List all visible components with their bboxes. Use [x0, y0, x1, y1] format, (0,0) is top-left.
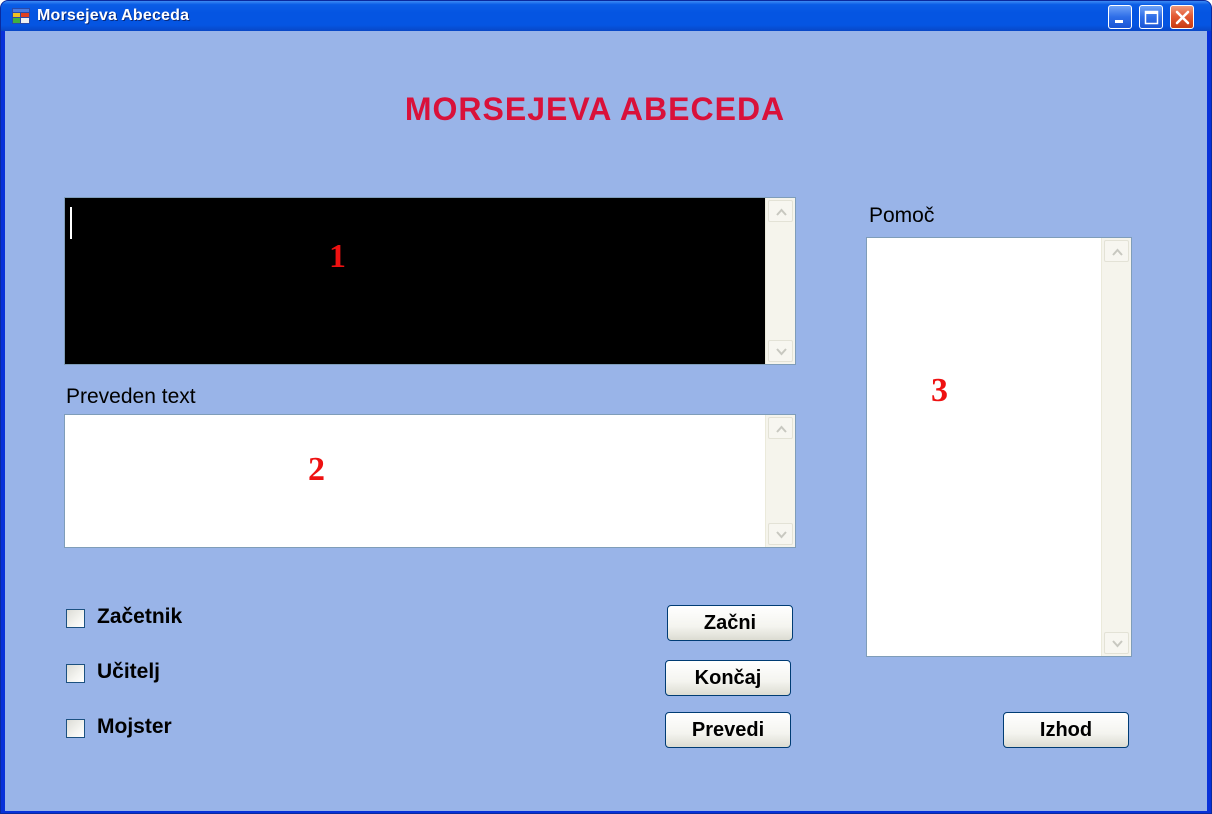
client-area: MORSEJEVA ABECEDA 1 Preveden text 2 Pomo… — [5, 31, 1207, 811]
end-button[interactable]: Končaj — [665, 660, 791, 696]
checkbox-box[interactable] — [66, 664, 85, 683]
close-button[interactable] — [1170, 5, 1194, 29]
exit-button[interactable]: Izhod — [1003, 712, 1129, 748]
page-title: MORSEJEVA ABECEDA — [404, 91, 786, 127]
close-icon — [1175, 10, 1190, 25]
chevron-up-icon — [776, 425, 787, 433]
scroll-down-button[interactable] — [768, 340, 793, 362]
app-icon[interactable] — [12, 8, 30, 24]
box-marker-3: 3 — [931, 372, 948, 409]
maximize-icon — [1144, 10, 1159, 25]
scroll-up-button[interactable] — [768, 200, 793, 222]
scroll-down-button[interactable] — [768, 523, 793, 545]
box-marker-1: 1 — [329, 238, 346, 275]
app-window: Morsejeva Abeceda MORSEJEVA ABECEDA 1 Pr… — [0, 0, 1212, 814]
chevron-up-icon — [776, 208, 787, 216]
scroll-up-button[interactable] — [768, 417, 793, 439]
start-button[interactable]: Začni — [667, 605, 793, 641]
morse-input-box[interactable]: 1 — [64, 197, 796, 365]
help-label: Pomoč — [869, 204, 935, 227]
checkbox-label: Mojster — [97, 715, 172, 738]
help-text-box[interactable]: 3 — [866, 237, 1132, 657]
text-caret — [70, 207, 72, 239]
checkbox-box[interactable] — [66, 719, 85, 738]
chevron-up-icon — [1112, 248, 1123, 256]
box-marker-2: 2 — [308, 451, 325, 488]
translate-button[interactable]: Prevedi — [665, 712, 791, 748]
chevron-down-icon — [776, 348, 787, 356]
title-bar[interactable]: Morsejeva Abeceda — [1, 1, 1211, 31]
scroll-down-button[interactable] — [1104, 632, 1129, 654]
window-title: Morsejeva Abeceda — [37, 7, 190, 24]
maximize-button[interactable] — [1139, 5, 1163, 29]
chevron-down-icon — [1112, 640, 1123, 648]
translated-scrollbar[interactable] — [765, 415, 795, 547]
minimize-icon — [1115, 20, 1123, 23]
translated-text-box[interactable]: 2 — [64, 414, 796, 548]
chevron-down-icon — [776, 531, 787, 539]
checkbox-label: Začetnik — [97, 605, 183, 628]
input-scrollbar[interactable] — [765, 198, 795, 364]
scroll-up-button[interactable] — [1104, 240, 1129, 262]
checkbox-label: Učitelj — [97, 660, 161, 683]
translated-text-label: Preveden text — [66, 385, 196, 408]
help-scrollbar[interactable] — [1101, 238, 1131, 656]
minimize-button[interactable] — [1108, 5, 1132, 29]
checkbox-box[interactable] — [66, 609, 85, 628]
